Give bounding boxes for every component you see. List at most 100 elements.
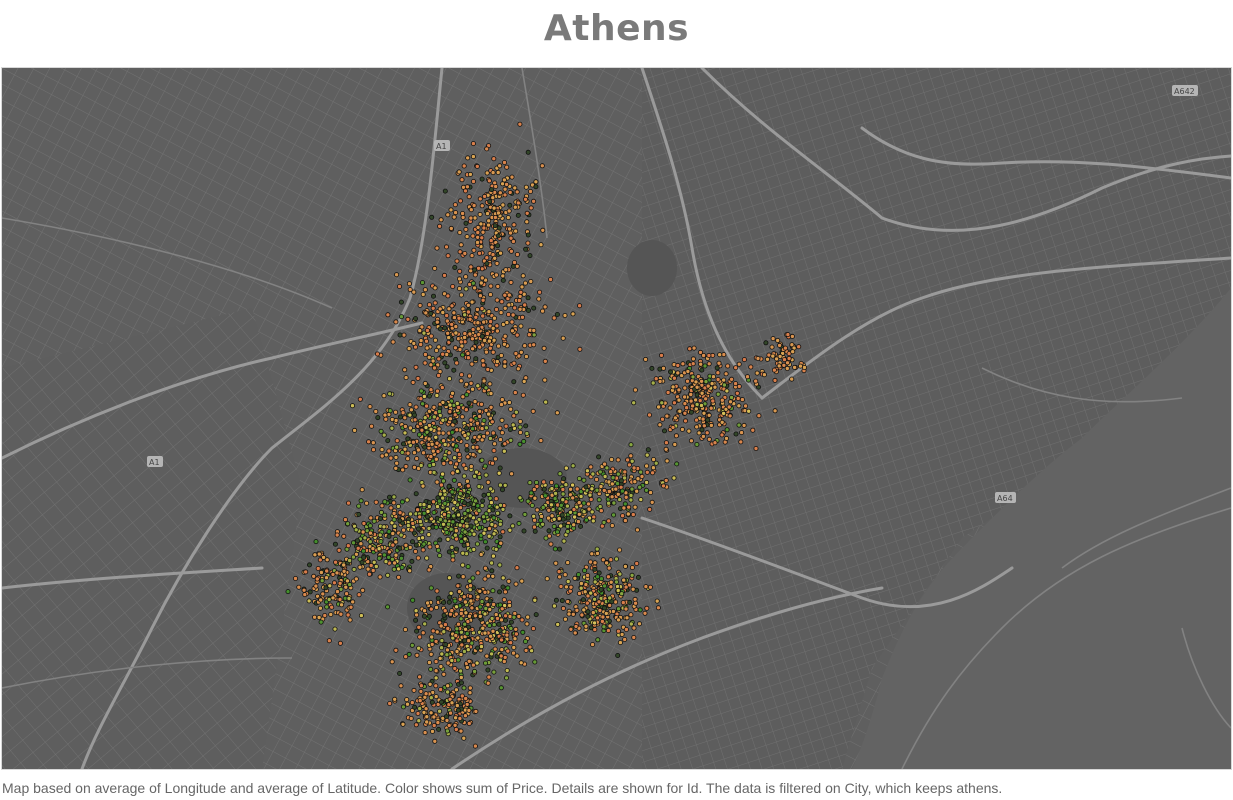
listing-marker[interactable] <box>512 185 518 191</box>
listing-marker[interactable] <box>486 218 492 224</box>
listing-marker[interactable] <box>499 430 505 436</box>
listing-marker[interactable] <box>699 390 705 396</box>
listing-marker[interactable] <box>578 493 584 499</box>
listing-marker[interactable] <box>590 642 596 648</box>
listing-marker[interactable] <box>442 325 448 331</box>
listing-marker[interactable] <box>472 743 478 749</box>
listing-marker[interactable] <box>444 652 450 658</box>
listing-marker[interactable] <box>474 163 480 169</box>
listing-marker[interactable] <box>572 575 578 581</box>
listing-marker[interactable] <box>404 697 410 703</box>
listing-marker[interactable] <box>479 275 485 281</box>
listing-marker[interactable] <box>357 564 363 570</box>
listing-marker[interactable] <box>644 605 650 611</box>
listing-marker[interactable] <box>490 588 496 594</box>
listing-marker[interactable] <box>463 286 469 292</box>
listing-marker[interactable] <box>482 660 488 666</box>
listing-marker[interactable] <box>444 318 450 324</box>
listing-marker[interactable] <box>428 311 434 317</box>
listing-marker[interactable] <box>570 311 576 317</box>
listing-marker[interactable] <box>444 351 450 357</box>
listing-marker[interactable] <box>332 626 338 632</box>
listing-marker[interactable] <box>491 515 497 521</box>
listing-marker[interactable] <box>519 578 525 584</box>
listing-marker[interactable] <box>465 647 471 653</box>
listing-marker[interactable] <box>411 412 417 418</box>
listing-marker[interactable] <box>438 664 444 670</box>
listing-marker[interactable] <box>525 149 531 155</box>
listing-marker[interactable] <box>414 456 420 462</box>
listing-marker[interactable] <box>711 374 717 380</box>
listing-marker[interactable] <box>379 503 385 509</box>
listing-marker[interactable] <box>562 312 568 318</box>
listing-marker[interactable] <box>518 660 524 666</box>
listing-marker[interactable] <box>592 579 598 585</box>
listing-marker[interactable] <box>710 398 716 404</box>
listing-marker[interactable] <box>360 529 366 535</box>
listing-marker[interactable] <box>404 497 410 503</box>
listing-marker[interactable] <box>560 491 566 497</box>
listing-marker[interactable] <box>576 511 582 517</box>
listing-marker[interactable] <box>476 434 482 440</box>
listing-marker[interactable] <box>632 387 638 393</box>
listing-marker[interactable] <box>610 475 616 481</box>
listing-marker[interactable] <box>428 651 434 657</box>
listing-marker[interactable] <box>476 508 482 514</box>
listing-marker[interactable] <box>510 312 516 318</box>
listing-marker[interactable] <box>685 378 691 384</box>
listing-marker[interactable] <box>714 365 720 371</box>
listing-marker[interactable] <box>490 573 496 579</box>
listing-marker[interactable] <box>382 412 388 418</box>
listing-marker[interactable] <box>728 399 734 405</box>
listing-marker[interactable] <box>721 382 727 388</box>
listing-marker[interactable] <box>618 478 624 484</box>
listing-marker[interactable] <box>427 681 433 687</box>
listing-marker[interactable] <box>383 559 389 565</box>
listing-marker[interactable] <box>408 407 414 413</box>
listing-marker[interactable] <box>701 410 707 416</box>
listing-marker[interactable] <box>474 660 480 666</box>
listing-marker[interactable] <box>667 405 673 411</box>
listing-marker[interactable] <box>385 312 391 318</box>
listing-marker[interactable] <box>468 264 474 270</box>
listing-marker[interactable] <box>490 170 496 176</box>
listing-marker[interactable] <box>370 546 376 552</box>
listing-marker[interactable] <box>629 486 635 492</box>
listing-marker[interactable] <box>397 510 403 516</box>
listing-marker[interactable] <box>733 431 739 437</box>
listing-marker[interactable] <box>500 277 506 283</box>
listing-marker[interactable] <box>510 422 516 428</box>
listing-marker[interactable] <box>479 176 485 182</box>
listing-marker[interactable] <box>409 642 415 648</box>
listing-marker[interactable] <box>552 546 558 552</box>
listing-marker[interactable] <box>448 710 454 716</box>
listing-marker[interactable] <box>473 314 479 320</box>
listing-marker[interactable] <box>422 415 428 421</box>
listing-marker[interactable] <box>452 455 458 461</box>
listing-marker[interactable] <box>445 536 451 542</box>
listing-marker[interactable] <box>400 520 406 526</box>
listing-marker[interactable] <box>379 453 385 459</box>
listing-marker[interactable] <box>454 360 460 366</box>
listing-marker[interactable] <box>317 605 323 611</box>
listing-marker[interactable] <box>688 391 694 397</box>
listing-marker[interactable] <box>393 319 399 325</box>
listing-marker[interactable] <box>424 555 430 561</box>
listing-marker[interactable] <box>465 309 471 315</box>
listing-marker[interactable] <box>381 393 387 399</box>
listing-marker[interactable] <box>425 600 431 606</box>
listing-marker[interactable] <box>390 339 396 345</box>
listing-marker[interactable] <box>494 328 500 334</box>
listing-marker[interactable] <box>532 528 538 534</box>
listing-marker[interactable] <box>453 633 459 639</box>
listing-marker[interactable] <box>471 531 477 537</box>
listing-marker[interactable] <box>410 597 416 603</box>
listing-marker[interactable] <box>415 507 421 513</box>
listing-marker[interactable] <box>553 490 559 496</box>
listing-marker[interactable] <box>417 302 423 308</box>
listing-marker[interactable] <box>694 424 700 430</box>
listing-marker[interactable] <box>468 207 474 213</box>
listing-marker[interactable] <box>413 404 419 410</box>
listing-marker[interactable] <box>440 471 446 477</box>
listing-marker[interactable] <box>461 594 467 600</box>
